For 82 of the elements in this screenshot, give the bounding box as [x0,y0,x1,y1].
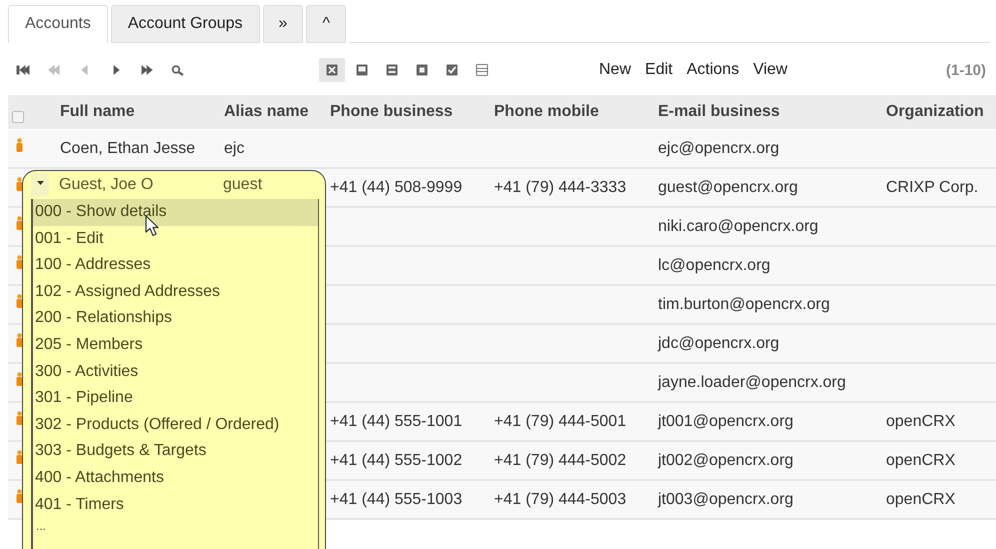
menu-item[interactable]: 000 - Show details [33,199,318,226]
account-icon [16,216,23,230]
tab[interactable]: Accounts [8,5,108,43]
select-all-checkbox[interactable] [12,111,24,123]
panel-icon [356,64,368,76]
account-icon [16,177,23,191]
table-cell: +41 (79) 444-5001 [494,412,626,430]
table-cell: +41 (79) 444-5002 [494,452,626,468]
dropdown-button[interactable] [31,173,49,197]
menu-item[interactable]: 001 - Edit [33,226,318,252]
caret-icon [36,181,44,185]
search-icon [171,64,185,76]
menu-item[interactable]: 302 - Products (Offered / Ordered) [33,412,318,438]
search-button[interactable] [171,64,185,76]
pager-button[interactable] [140,64,154,76]
cursor-icon [145,215,159,237]
menu-item[interactable]: 301 - Pipeline [33,385,318,412]
list-icon [476,64,488,76]
account-icon [16,255,23,269]
table-cell: +41 (79) 444-5003 [494,490,626,508]
account-icon [16,489,23,503]
menu-item[interactable]: Edit [645,59,673,81]
account-icon [16,138,23,152]
column-header[interactable]: Organization [884,103,996,121]
column-header[interactable]: Full name [58,103,222,121]
tab[interactable]: » [262,5,304,43]
table-cell: jayne.loader@opencrx.org [658,374,846,390]
table-cell: jt001@opencrx.org [658,412,794,430]
menu-item[interactable]: 205 - Members [33,332,318,359]
view-button[interactable] [319,58,345,82]
table-cell: ejc [224,140,244,156]
column-header[interactable]: Phone mobile [492,103,656,121]
table-cell: CRIXP Corp. [886,178,978,196]
tab[interactable]: ^ [306,5,346,43]
rewind-icon [47,64,61,76]
table-cell: openCRX [886,490,956,508]
split-icon [386,64,398,76]
table-cell: guest@opencrx.org [658,178,798,196]
pager-button[interactable] [16,64,30,76]
menu-item[interactable]: 400 - Attachments [33,464,318,492]
menu-item[interactable]: 100 - Addresses [33,252,318,279]
table-cell: openCRX [886,452,956,468]
menu-item[interactable]: 300 - Activities [33,358,318,386]
close-box-icon [326,64,338,76]
table-cell: jt002@opencrx.org [658,452,794,468]
menu-item[interactable]: 102 - Assigned Addresses [33,278,318,306]
tab[interactable]: Account Groups [110,5,260,43]
account-icon [16,294,23,308]
page-range: (1-10) [946,62,986,78]
table-cell: +41 (44) 555-1003 [330,490,462,508]
table-cell: +41 (44) 508-9999 [330,178,462,196]
table-cell-text: Guest, Joe O [59,176,154,194]
menu-item[interactable]: New [599,59,632,81]
table-cell: Coen, Ethan Jesse [60,140,196,156]
table-cell: jdc@opencrx.org [658,334,780,352]
checkbox-icon [446,64,458,76]
skip-first-icon [16,64,30,76]
account-icon [16,333,23,347]
fast-forward-icon [140,64,154,76]
menu-item[interactable]: 303 - Budgets & Targets [33,438,318,465]
account-icon [16,450,23,464]
menu-item[interactable]: 200 - Relationships [33,305,318,332]
column-header[interactable]: Phone business [328,103,492,121]
account-icon [16,411,23,425]
table-cell: jt003@opencrx.org [658,490,794,508]
menu-item[interactable]: Actions [686,59,740,81]
column-header[interactable]: Alias name [222,103,328,121]
table-cell: +41 (44) 555-1001 [330,412,462,430]
menu-item[interactable]: 401 - Timers [33,492,318,518]
account-icon [16,372,23,386]
table-cell: guest [223,176,262,194]
table-cell: tim.burton@opencrx.org [658,296,830,312]
more-item[interactable]: ... [33,518,318,534]
table-cell: +41 (79) 444-3333 [494,178,626,196]
frame-icon [416,64,428,76]
menu-item[interactable]: View [753,59,788,81]
table-cell: lc@opencrx.org [658,256,770,274]
table-cell: niki.caro@opencrx.org [658,218,818,234]
table-cell: +41 (44) 555-1002 [330,452,462,468]
table-cell: ejc@opencrx.org [658,140,780,156]
table-cell: openCRX [886,412,956,430]
column-header[interactable]: E-mail business [656,103,884,121]
